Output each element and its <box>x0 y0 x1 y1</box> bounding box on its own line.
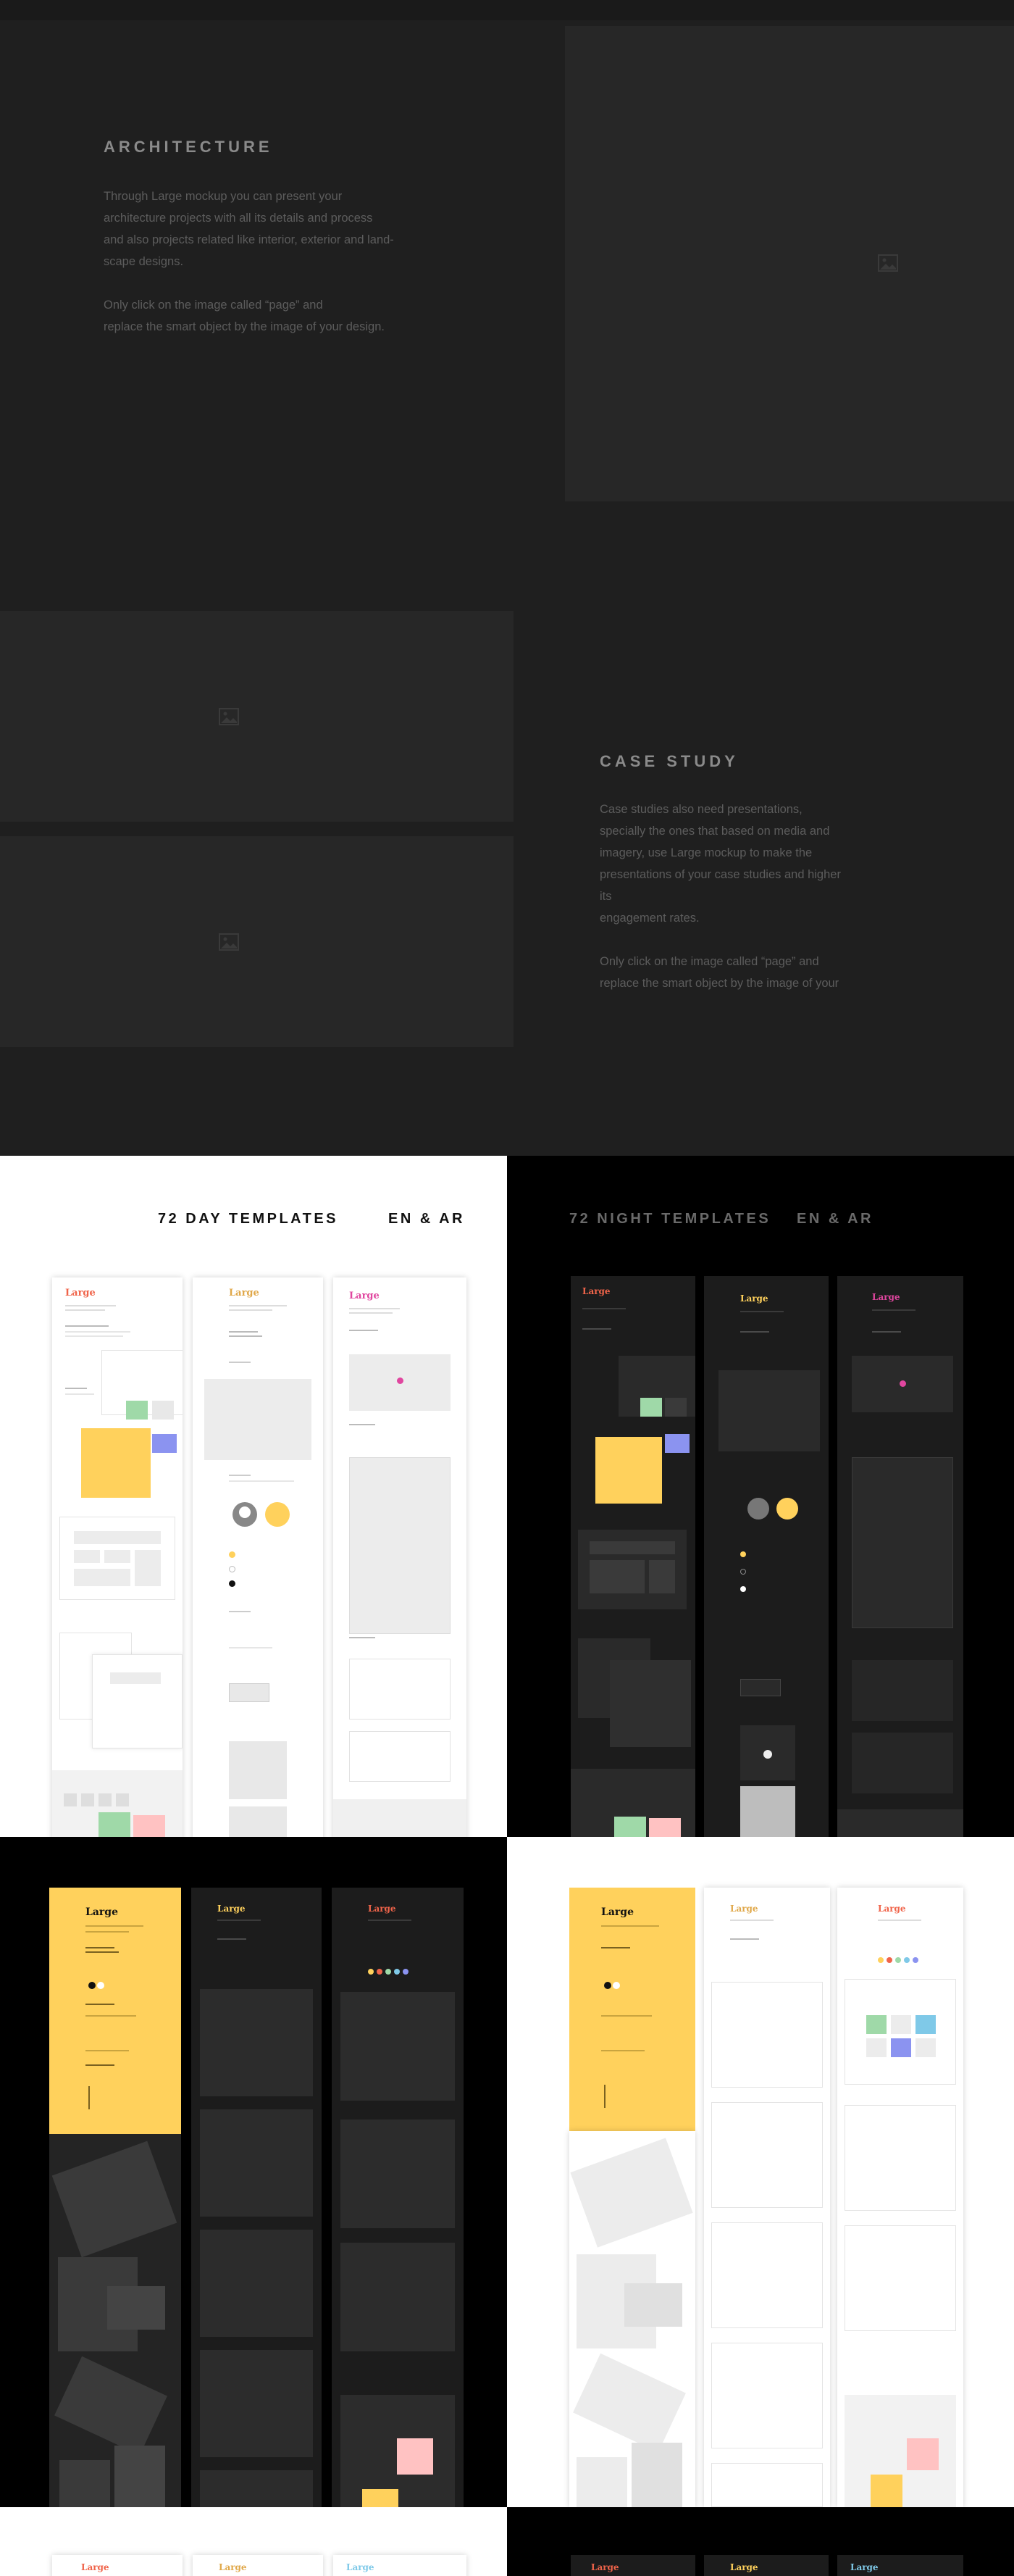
architecture-heading: ARCHITECTURE <box>104 138 273 156</box>
page-logo: Large <box>601 1906 634 1918</box>
page-logo: Large <box>872 1292 900 1302</box>
yellow-light-templates-panel: Large Large Large <box>507 1837 1014 2507</box>
template-page-preview: Large <box>837 1276 963 1837</box>
page-logo: Large <box>349 1291 380 1301</box>
image-placeholder-icon <box>219 933 239 951</box>
page-logo: Large <box>878 1904 906 1914</box>
template-page-preview: Large <box>49 1888 181 2134</box>
template-page-preview: Large <box>52 1277 183 1837</box>
page-logo: Large <box>219 2562 247 2572</box>
template-page-preview: Large <box>193 1277 323 1837</box>
page-logo: Large <box>730 2562 758 2572</box>
page-logo: Large <box>346 2562 374 2572</box>
page-logo: Large <box>582 1286 611 1296</box>
template-page-preview: Large <box>571 2555 695 2576</box>
top-strip <box>0 0 1014 20</box>
case-study-paragraph: Case studies also need presentations, sp… <box>600 803 841 925</box>
template-page-preview: Large <box>704 2555 829 2576</box>
template-page-preview: Large <box>569 1888 695 2131</box>
day-templates-label: 72 DAY TEMPLATES <box>158 1211 339 1227</box>
day-templates-lang: EN & AR <box>388 1211 465 1227</box>
mockup-description-section: ARCHITECTURE Through Large mockup you ca… <box>0 0 1014 1156</box>
page-logo: Large <box>65 1288 96 1299</box>
page-logo: Large <box>368 1904 396 1914</box>
page-logo: Large <box>591 2562 619 2572</box>
night-templates-label: 72 NIGHT TEMPLATES <box>569 1211 771 1227</box>
template-page-preview <box>569 2131 695 2507</box>
page-logo: Large <box>740 1293 768 1304</box>
page-logo: Large <box>730 1904 758 1914</box>
template-page-preview: Large <box>191 1888 322 2507</box>
template-page-preview: Large <box>837 2555 963 2576</box>
architecture-note: Only click on the image called “page” an… <box>104 299 385 333</box>
template-page-preview: Large <box>333 1277 466 1837</box>
architecture-paragraph: Through Large mockup you can present you… <box>104 190 394 268</box>
case-study-note: Only click on the image called “page” an… <box>600 955 839 990</box>
template-page-preview <box>49 2134 181 2507</box>
template-page-preview: Large <box>333 2555 466 2576</box>
page-logo: Large <box>850 2562 879 2572</box>
architecture-image-placeholder[interactable] <box>565 26 1014 501</box>
template-page-preview: Large <box>193 2555 323 2576</box>
template-page-preview: Large <box>332 1888 464 2507</box>
page-logo: Large <box>229 1288 259 1299</box>
page-logo: Large <box>85 1906 118 1918</box>
bottom-light-panel: Large Large Large <box>0 2507 507 2576</box>
template-page-preview: Large <box>52 2555 183 2576</box>
case-study-image-placeholder-1[interactable] <box>0 611 514 822</box>
image-placeholder-icon <box>878 254 898 272</box>
template-page-preview: Large <box>837 1888 963 2507</box>
template-page-preview: Large <box>704 1888 830 2507</box>
night-templates-panel: 72 NIGHT TEMPLATES EN & AR Large Large L… <box>507 1156 1014 1837</box>
night-templates-lang: EN & AR <box>797 1211 873 1227</box>
template-page-preview: Large <box>704 1276 829 1837</box>
day-templates-panel: 72 DAY TEMPLATES EN & AR Large Large Lar… <box>0 1156 507 1837</box>
image-placeholder-icon <box>219 708 239 725</box>
page-logo: Large <box>81 2562 109 2572</box>
page-logo: Large <box>217 1904 246 1914</box>
case-study-heading: CASE STUDY <box>600 752 739 770</box>
bottom-dark-panel: Large Large Large <box>507 2507 1014 2576</box>
template-page-preview: Large <box>571 1276 695 1837</box>
yellow-dark-templates-panel: Large Large Large <box>0 1837 507 2507</box>
case-study-image-placeholder-2[interactable] <box>0 836 514 1047</box>
